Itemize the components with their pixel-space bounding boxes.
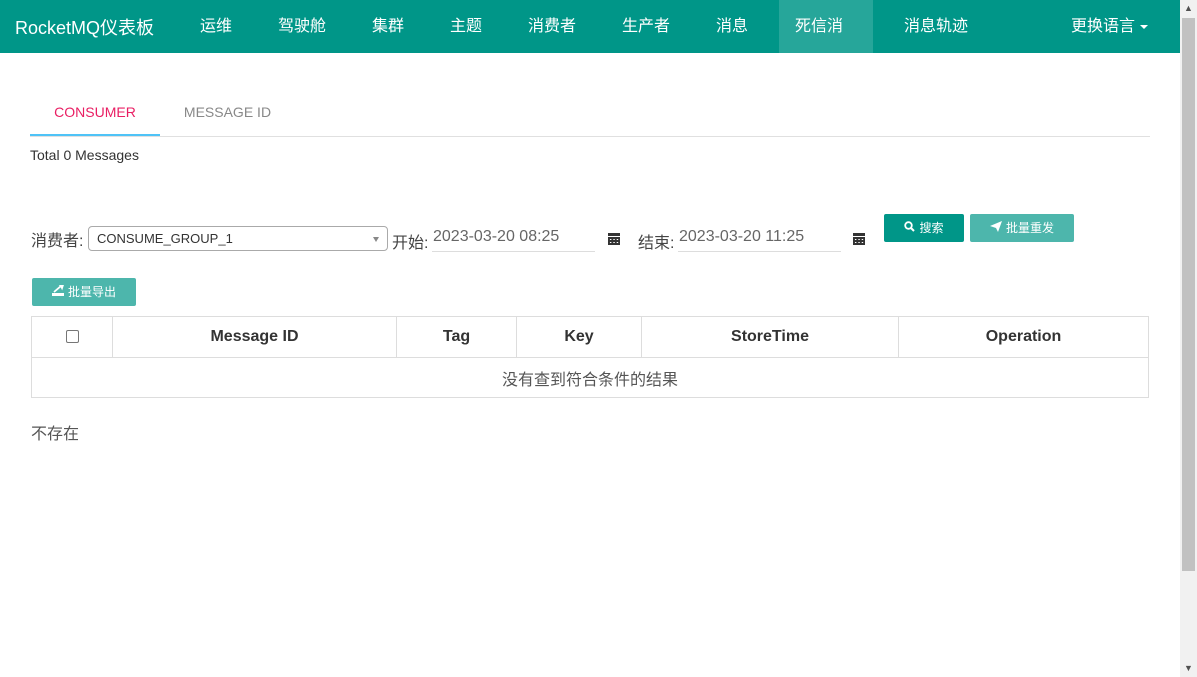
nav-item-producer[interactable]: 生产者 xyxy=(606,0,686,53)
dlq-message-table: Message ID Tag Key StoreTime Operation 没… xyxy=(31,316,1149,398)
nav-item-dlq-message[interactable]: 死信消息 xyxy=(779,0,873,88)
column-header-storetime[interactable]: StoreTime xyxy=(641,316,899,358)
search-button-label: 搜索 xyxy=(919,221,944,235)
scroll-thumb[interactable] xyxy=(1182,18,1195,571)
table-header-row: Message ID Tag Key StoreTime Operation xyxy=(31,316,1149,358)
column-header-key[interactable]: Key xyxy=(516,316,642,358)
batch-resend-label: 批量重发 xyxy=(1005,221,1054,235)
empty-table-message: 没有查到符合条件的结果 xyxy=(31,357,1149,398)
column-header-tag[interactable]: Tag xyxy=(396,316,517,358)
tab-consumer[interactable]: CONSUMER xyxy=(30,90,160,136)
paper-plane-icon xyxy=(989,214,1002,242)
select-all-header xyxy=(31,316,113,358)
table-row: 没有查到符合条件的结果 xyxy=(31,357,1149,398)
total-messages-text: Total 0 Messages xyxy=(30,147,139,163)
batch-export-label: 批量导出 xyxy=(67,285,116,299)
search-mode-tabs: CONSUMER MESSAGE ID xyxy=(30,90,1150,137)
batch-resend-button[interactable]: 批量重发 xyxy=(970,214,1074,242)
search-button[interactable]: 搜索 xyxy=(884,214,964,242)
start-time-input[interactable]: 2023-03-20 08:25 xyxy=(432,224,595,252)
calendar-icon[interactable] xyxy=(853,232,865,245)
nav-item-dashboard[interactable]: 驾驶舱 xyxy=(262,0,342,53)
column-header-message-id[interactable]: Message ID xyxy=(112,316,397,358)
column-header-operation[interactable]: Operation xyxy=(898,316,1149,358)
select-all-checkbox[interactable] xyxy=(65,330,79,344)
caret-down-icon xyxy=(1140,24,1149,29)
nav-item-topic[interactable]: 主题 xyxy=(434,0,498,53)
language-label: 更换语言 xyxy=(1071,18,1136,35)
nav-item-message-trace[interactable]: 消息轨迹 xyxy=(888,0,984,53)
top-navbar: RocketMQ仪表板 运维 驾驶舱 集群 主题 消费者 生产者 消息 死信消息… xyxy=(0,0,1180,88)
start-time-label: 开始: xyxy=(392,235,429,252)
not-exist-text: 不存在 xyxy=(31,426,80,443)
calendar-icon[interactable] xyxy=(608,232,620,245)
dropdown-arrow-icon xyxy=(373,237,379,242)
search-icon xyxy=(904,214,916,242)
consumer-group-select[interactable]: CONSUME_GROUP_1 xyxy=(88,226,388,251)
nav-item-cluster[interactable]: 集群 xyxy=(356,0,420,53)
scroll-up-arrow-icon[interactable]: ▲ xyxy=(1180,0,1197,17)
vertical-scrollbar[interactable]: ▲ ▼ xyxy=(1180,0,1197,677)
export-icon xyxy=(51,278,65,306)
nav-item-ops[interactable]: 运维 xyxy=(184,0,248,53)
batch-export-button[interactable]: 批量导出 xyxy=(32,278,136,306)
end-time-input[interactable]: 2023-03-20 11:25 xyxy=(678,224,841,252)
consumer-group-value: CONSUME_GROUP_1 xyxy=(97,231,233,246)
scroll-down-arrow-icon[interactable]: ▼ xyxy=(1180,660,1197,677)
brand-title[interactable]: RocketMQ仪表板 xyxy=(15,14,154,40)
nav-item-consumer[interactable]: 消费者 xyxy=(512,0,592,53)
language-dropdown[interactable]: 更换语言 xyxy=(1055,0,1149,53)
consumer-label: 消费者: xyxy=(31,233,84,250)
tab-message-id[interactable]: MESSAGE ID xyxy=(160,90,295,136)
end-time-label: 结束: xyxy=(638,235,675,252)
nav-item-message[interactable]: 消息 xyxy=(700,0,764,53)
